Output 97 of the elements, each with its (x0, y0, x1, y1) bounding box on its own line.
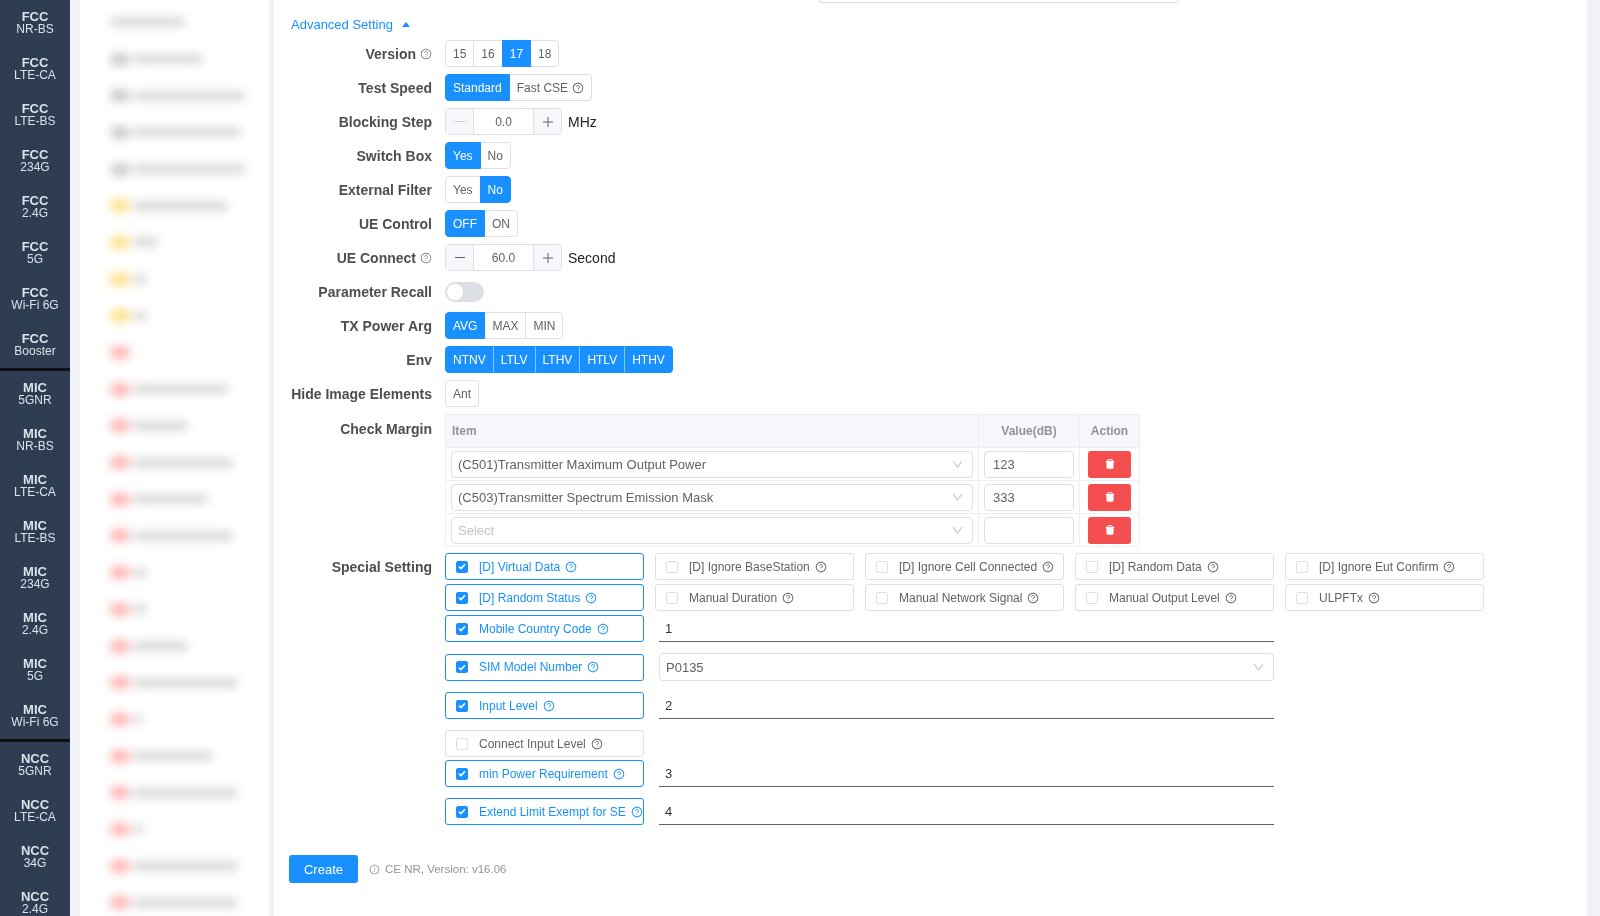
sidebar-item[interactable]: FCC LTE-CA (0, 46, 70, 92)
sidebar-item[interactable]: MIC 234G (0, 555, 70, 601)
field-label: Hide Image Elements (291, 385, 432, 402)
trash-icon (1103, 524, 1116, 536)
field-label: External Filter (338, 181, 432, 198)
field-label: Switch Box (356, 147, 432, 164)
number-stepper[interactable]: 0.0 (445, 108, 562, 135)
checkbox-option[interactable]: [D] Virtual Data (445, 553, 644, 580)
segment-button[interactable]: Yes (445, 176, 481, 203)
checkbox[interactable] (456, 699, 468, 712)
checkbox-option[interactable]: Manual Output Level (1075, 584, 1274, 611)
version-info: CE NR, Version: v16.06 (385, 863, 507, 875)
checkbox-option[interactable]: [D] Ignore Eut Confirm (1285, 553, 1484, 580)
sidebar-item[interactable]: FCC NR-BS (0, 0, 70, 46)
sidebar-item[interactable]: MIC 2.4G (0, 601, 70, 647)
sidebar-item[interactable]: NCC 34G (0, 834, 70, 880)
plus-icon (542, 116, 553, 127)
field-label: TX Power Arg (340, 317, 432, 334)
sidebar-item[interactable]: NCC 2.4G (0, 880, 70, 916)
sidebar-item[interactable]: MIC Wi-Fi 6G (0, 693, 70, 739)
value-input[interactable] (984, 516, 1074, 544)
sidebar-item[interactable]: MIC NR-BS (0, 417, 70, 463)
field-label: Blocking Step (338, 113, 432, 130)
checkbox[interactable] (456, 661, 468, 673)
sidebar-item[interactable]: MIC LTE-BS (0, 509, 70, 555)
minus-icon (454, 257, 465, 258)
sidebar-item[interactable]: MIC LTE-CA (0, 463, 70, 509)
field-label: Version (365, 45, 416, 62)
sidebar-item[interactable]: NCC 5GNR (0, 742, 70, 788)
delete-button[interactable] (1088, 450, 1131, 478)
sidebar-item[interactable]: NCC LTE-CA (0, 788, 70, 834)
sidebar-item[interactable]: FCC 5G (0, 230, 70, 276)
checkbox-option[interactable]: [D] Ignore BaseStation (655, 553, 854, 580)
sidebar-item[interactable]: FCC 234G (0, 138, 70, 184)
checkbox[interactable] (456, 591, 468, 604)
plus-button[interactable] (533, 109, 561, 134)
table-header: Value(dB) (978, 414, 1080, 448)
checkbox-option[interactable]: [D] Ignore Cell Connected (865, 553, 1064, 580)
delete-button[interactable] (1088, 483, 1131, 511)
field-label: Parameter Recall (318, 283, 432, 300)
checkbox-option[interactable]: [D] Random Data (1075, 553, 1274, 580)
segment-button[interactable]: No (479, 142, 511, 169)
segment-button[interactable]: MIN (525, 312, 564, 339)
sidebar-item[interactable]: MIC 5G (0, 647, 70, 693)
input-field[interactable] (819, 0, 1179, 3)
advanced-setting-toggle[interactable]: Advanced Setting (291, 17, 410, 32)
checkbox-option[interactable]: [D] Random Status (445, 584, 644, 611)
checkbox[interactable] (456, 767, 468, 780)
checkbox-option[interactable]: Mobile Country Code (445, 615, 644, 642)
checkbox-option[interactable]: Extend Limit Exempt for SE (445, 798, 644, 825)
plus-icon (542, 252, 553, 263)
checkbox-option[interactable]: Connect Input Level (445, 730, 644, 757)
segment-button[interactable]: MAX (484, 312, 527, 339)
field-label: Special Setting (331, 558, 432, 575)
checkbox-option[interactable]: SIM Model Number (445, 653, 644, 681)
checkbox-option[interactable]: Manual Duration (655, 584, 854, 611)
field-label: Test Speed (358, 79, 432, 96)
checkbox[interactable] (456, 805, 468, 818)
unit-label: Second (568, 249, 616, 266)
item-select[interactable]: (C501)Transmitter Maximum Output Power (451, 450, 973, 478)
field-label: UE Connect (336, 249, 416, 266)
segment-button[interactable]: 18 (530, 40, 560, 67)
sidebar-item[interactable]: FCC LTE-BS (0, 92, 70, 138)
trash-icon (1103, 491, 1116, 503)
value-input[interactable]: 333 (984, 483, 1074, 511)
table-header: Action (1079, 414, 1140, 448)
sidebar-item[interactable]: FCC Wi-Fi 6G (0, 276, 70, 322)
number-stepper[interactable]: 60.0 (445, 244, 562, 271)
sidebar-item[interactable]: FCC Booster (0, 322, 70, 368)
field-label: Env (406, 351, 432, 368)
checkbox-option[interactable]: Manual Network Signal (865, 584, 1064, 611)
item-select[interactable]: (C503)Transmitter Spectrum Emission Mask (451, 483, 973, 511)
checkbox-option[interactable]: Input Level (445, 692, 644, 719)
field-label: UE Control (358, 215, 432, 232)
segment-button[interactable]: 15 (445, 40, 475, 67)
field-label: Check Margin (340, 421, 432, 437)
segment-button[interactable]: Ant (445, 380, 479, 407)
minus-button[interactable] (446, 245, 474, 270)
toggle-switch[interactable] (445, 281, 484, 302)
checkbox-option[interactable]: ULPFTx (1285, 584, 1484, 611)
trash-icon (1103, 458, 1116, 470)
checkbox[interactable] (456, 622, 468, 635)
segment-button[interactable]: 16 (473, 40, 503, 67)
value-input[interactable]: 123 (984, 450, 1074, 478)
segment-button[interactable]: Fast CSE (508, 74, 593, 101)
sidebar-item[interactable]: MIC 5GNR (0, 371, 70, 417)
checkbox[interactable] (456, 560, 468, 573)
checkbox-option[interactable]: min Power Requirement (445, 760, 644, 787)
plus-button[interactable] (533, 245, 561, 270)
select-field[interactable]: P0135 (659, 653, 1274, 681)
info-icon (369, 863, 380, 875)
segment-button[interactable]: ON (484, 210, 518, 237)
unit-label: MHz (568, 113, 597, 130)
minus-icon (454, 121, 465, 122)
sidebar-item[interactable]: FCC 2.4G (0, 184, 70, 230)
delete-button[interactable] (1088, 516, 1131, 544)
table-header: Item (445, 414, 979, 448)
